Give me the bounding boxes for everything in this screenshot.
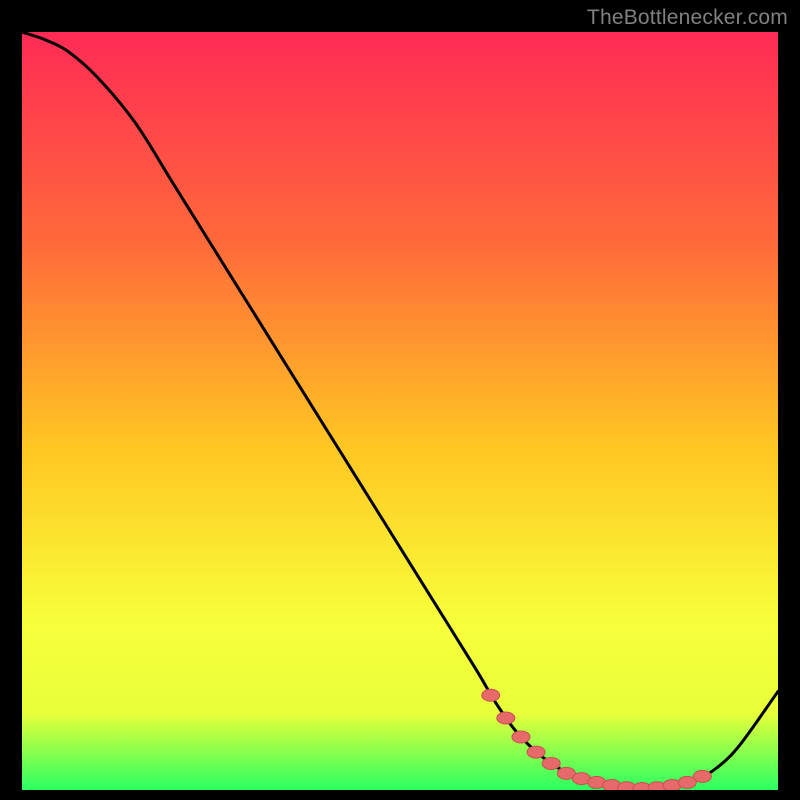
bottleneck-curve (22, 32, 778, 789)
curve-marker (512, 731, 530, 743)
curve-marker (482, 689, 500, 701)
chart-plot-area (22, 32, 778, 790)
curve-marker (542, 757, 560, 769)
marker-group (482, 689, 712, 790)
curve-marker (527, 746, 545, 758)
stage: TheBottlenecker.com (0, 0, 800, 800)
curve-marker (693, 770, 711, 782)
attribution-text: TheBottlenecker.com (587, 6, 788, 30)
curve-marker (497, 712, 515, 724)
curve-layer (22, 32, 778, 790)
